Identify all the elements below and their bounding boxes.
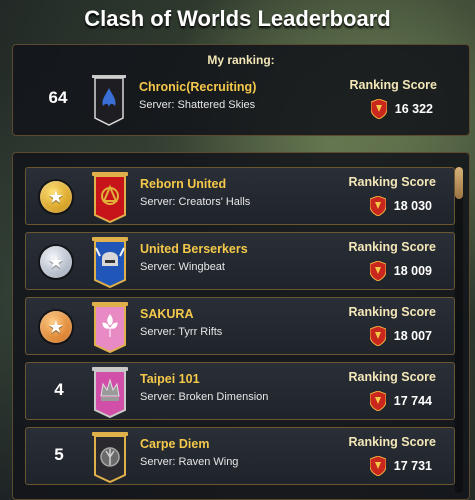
shield-icon [369,261,386,281]
guild-banner-icon [90,431,130,483]
ranking-score-label: Ranking Score [348,435,436,449]
score-display: 16 322 [370,99,433,119]
leaderboard-list[interactable]: ★ Reborn United Server: Creators' Halls … [12,152,470,500]
guild-banner-icon [90,301,130,353]
ranking-score-label: Ranking Score [348,240,436,254]
my-ranking-label: My ranking: [207,53,275,67]
score-display: 18 009 [369,261,432,281]
guild-name: Chronic(Recruiting) [139,80,257,94]
leaderboard-row[interactable]: 5 Carpe Diem Server: Raven Wing Ranking … [25,427,455,485]
shield-icon [370,99,387,119]
scrollbar[interactable] [455,167,463,493]
shield-icon [369,326,386,346]
guild-banner-icon [90,236,130,288]
score-value: 17 731 [393,459,432,473]
score-value: 18 030 [393,199,432,213]
guild-name: Carpe Diem [140,437,210,451]
my-ranking-panel: My ranking: 64 Chronic(Recruiting) Serve… [12,44,470,136]
shield-icon [369,456,386,476]
rank-number: 64 [48,88,68,107]
score-value: 18 007 [393,329,432,343]
leaderboard-row[interactable]: 4 Taipei 101 Server: Broken Dimension Ra… [25,362,455,420]
guild-name: Taipei 101 [140,372,200,386]
score-value: 17 744 [393,394,432,408]
silver-medal-icon: ★ [40,246,72,278]
guild-name: SAKURA [140,307,194,321]
gold-medal-icon: ★ [40,181,72,213]
server-name: Server: Tyrr Rifts [140,326,223,338]
score-value: 18 009 [393,264,432,278]
server-name: Server: Raven Wing [140,456,239,468]
score-display: 17 731 [369,456,432,476]
page-title: Clash of Worlds Leaderboard [84,6,391,31]
server-name: Server: Creators' Halls [140,196,251,208]
my-ranking-row[interactable]: 64 Chronic(Recruiting) Server: Shattered… [25,71,455,129]
score-value: 16 322 [394,102,433,116]
guild-name: Reborn United [140,177,227,191]
ranking-score-label: Ranking Score [348,370,436,384]
guild-banner-icon [90,171,130,223]
scrollbar-thumb[interactable] [455,167,463,199]
ranking-score-label: Ranking Score [349,78,437,92]
bronze-medal-icon: ★ [40,311,72,343]
shield-icon [369,391,386,411]
leaderboard-row[interactable]: ★ SAKURA Server: Tyrr Rifts Ranking Scor… [25,297,455,355]
server-name: Server: Wingbeat [140,261,225,273]
shield-icon [369,196,386,216]
guild-banner-icon [90,366,130,418]
leaderboard-row[interactable]: ★ United Berserkers Server: Wingbeat Ran… [25,232,455,290]
guild-name: United Berserkers [140,242,248,256]
server-name: Server: Shattered Skies [139,99,256,111]
rank-number: 4 [54,380,64,399]
ranking-score-label: Ranking Score [348,175,436,189]
server-name: Server: Broken Dimension [140,391,269,403]
ranking-score-label: Ranking Score [348,305,436,319]
score-display: 18 007 [369,326,432,346]
rank-number: 5 [54,445,64,464]
score-display: 18 030 [369,196,432,216]
guild-banner-icon [89,74,129,126]
score-display: 17 744 [369,391,432,411]
leaderboard-row[interactable]: ★ Reborn United Server: Creators' Halls … [25,167,455,225]
